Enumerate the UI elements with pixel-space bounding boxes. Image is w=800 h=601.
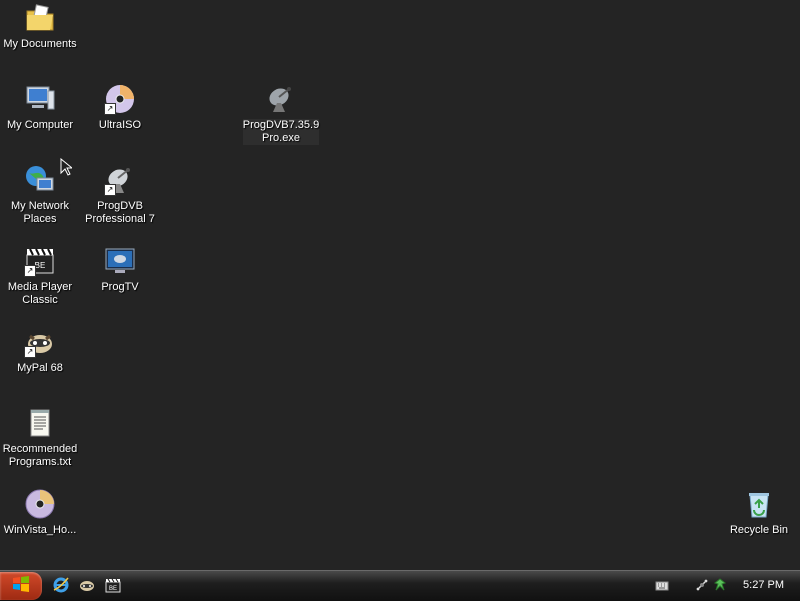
- desktop-icon-label: My Network Places: [10, 200, 70, 225]
- media-player-classic-icon: BE ↗: [24, 245, 56, 277]
- desktop-icon-label: My Documents: [3, 38, 77, 50]
- media-player-classic-icon[interactable]: BE: [104, 576, 122, 594]
- desktop-icon-progdvb-installer[interactable]: ProgDVB7.35.9 Pro.exe: [242, 83, 320, 145]
- desktop-icon-label: My Computer: [6, 119, 74, 131]
- desktop-icon-recommended-programs[interactable]: Recommended Programs.txt: [1, 407, 79, 469]
- satellite-dish-icon: [265, 83, 297, 115]
- desktop-icon-my-computer[interactable]: My Computer: [1, 83, 79, 132]
- taskbar: BE 5:27 PM: [0, 570, 800, 601]
- desktop-icon-media-player-classic[interactable]: BE ↗ Media Player Classic: [1, 245, 79, 307]
- desktop-icon-progdvb[interactable]: ↗ ProgDVB Professional 7: [81, 164, 159, 226]
- windows-logo-icon: [12, 575, 30, 597]
- start-button[interactable]: [0, 572, 42, 600]
- computer-icon: [24, 83, 56, 115]
- shortcut-arrow-icon: ↗: [24, 346, 36, 358]
- desktop-icon-label: ProgDVB Professional 7: [85, 200, 155, 225]
- desktop-icon-my-documents[interactable]: My Documents: [1, 2, 79, 51]
- desktop-icon-recycle-bin[interactable]: Recycle Bin: [720, 488, 798, 537]
- desktop[interactable]: My Documents My Computer My Network Plac…: [0, 0, 800, 570]
- progtv-icon: [104, 245, 136, 277]
- desktop-icon-label: ProgTV: [101, 281, 139, 293]
- desktop-icon-winvista[interactable]: WinVista_Ho...: [1, 488, 79, 537]
- mouse-cursor-icon: [60, 157, 74, 181]
- shortcut-arrow-icon: ↗: [104, 184, 116, 196]
- safely-remove-icon[interactable]: [713, 578, 727, 597]
- quick-launch-bar: BE: [52, 576, 122, 594]
- folder-documents-icon: [24, 2, 56, 34]
- shortcut-arrow-icon: ↗: [24, 265, 36, 277]
- svg-text:BE: BE: [35, 261, 46, 270]
- desktop-icon-label: WinVista_Ho...: [3, 524, 77, 536]
- desktop-icon-label: MyPal 68: [17, 362, 63, 374]
- network-places-icon: [24, 164, 56, 196]
- svg-text:BE: BE: [109, 586, 117, 592]
- desktop-icon-label: ProgDVB7.35.9 Pro.exe: [242, 119, 320, 145]
- shortcut-arrow-icon: ↗: [104, 103, 116, 115]
- internet-explorer-icon[interactable]: [52, 576, 70, 594]
- desktop-icon-mypal[interactable]: ↗ MyPal 68: [1, 326, 79, 375]
- mypal-icon: ↗: [24, 326, 56, 358]
- network-icon[interactable]: [695, 578, 709, 597]
- text-file-icon: [24, 407, 56, 439]
- desktop-icon-label: Recommended Programs.txt: [2, 443, 78, 468]
- ultraiso-icon: ↗: [104, 83, 136, 115]
- keyboard-icon[interactable]: [655, 579, 669, 597]
- desktop-icon-label: UltraISO: [98, 119, 142, 131]
- desktop-icon-label: Recycle Bin: [729, 524, 789, 536]
- clock[interactable]: 5:27 PM: [743, 579, 784, 591]
- tray-icons: [695, 578, 727, 597]
- mypal-icon[interactable]: [78, 576, 96, 594]
- progdvb-icon: ↗: [104, 164, 136, 196]
- disc-image-icon: [24, 488, 56, 520]
- system-tray: 5:27 PM: [655, 571, 800, 601]
- recycle-bin-icon: [743, 488, 775, 520]
- desktop-icon-label: Media Player Classic: [7, 281, 73, 306]
- desktop-icon-ultraiso[interactable]: ↗ UltraISO: [81, 83, 159, 132]
- desktop-icon-progtv[interactable]: ProgTV: [81, 245, 159, 294]
